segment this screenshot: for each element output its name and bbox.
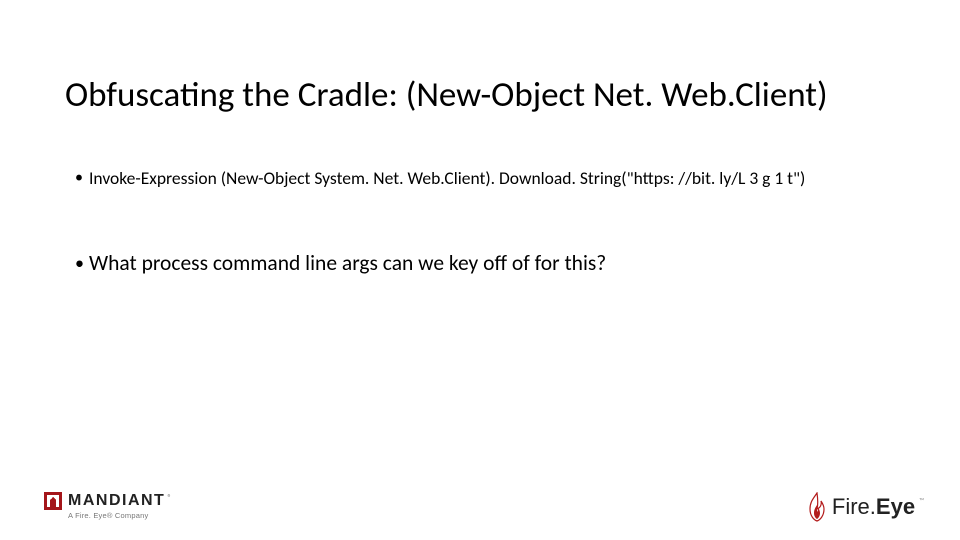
bullet-item: • Invoke-Expression (New-Object System. … — [75, 166, 895, 190]
bullet-item: • What process command line args can we … — [75, 250, 895, 276]
fireeye-eye: Eye — [876, 494, 915, 519]
bullet-text: What process command line args can we ke… — [89, 250, 606, 276]
fireeye-fire: Fire. — [832, 494, 876, 519]
mandiant-logo-row: MANDIANT ® — [44, 492, 171, 510]
bullet-marker: • — [75, 166, 89, 190]
bullet-marker: • — [75, 250, 89, 276]
fireeye-logo: Fire.Eye ™ — [806, 492, 924, 522]
fireeye-wordmark: Fire.Eye — [832, 494, 915, 520]
mandiant-logo: MANDIANT ® A Fire. Eye® Company — [44, 492, 171, 520]
slide-title: Obfuscating the Cradle: (New-Object Net.… — [65, 74, 828, 116]
bullet-text: Invoke-Expression (New-Object System. Ne… — [89, 166, 805, 190]
flame-icon — [806, 492, 828, 522]
mandiant-subtitle: A Fire. Eye® Company — [68, 511, 171, 520]
mandiant-mark-icon — [44, 492, 62, 510]
trademark-mark: ™ — [919, 496, 924, 505]
registered-mark: ® — [167, 493, 171, 503]
slide: Obfuscating the Cradle: (New-Object Net.… — [0, 0, 960, 540]
slide-footer: MANDIANT ® A Fire. Eye® Company Fire.Eye… — [0, 474, 960, 540]
mandiant-wordmark: MANDIANT — [68, 492, 165, 510]
slide-body: • Invoke-Expression (New-Object System. … — [75, 166, 895, 336]
